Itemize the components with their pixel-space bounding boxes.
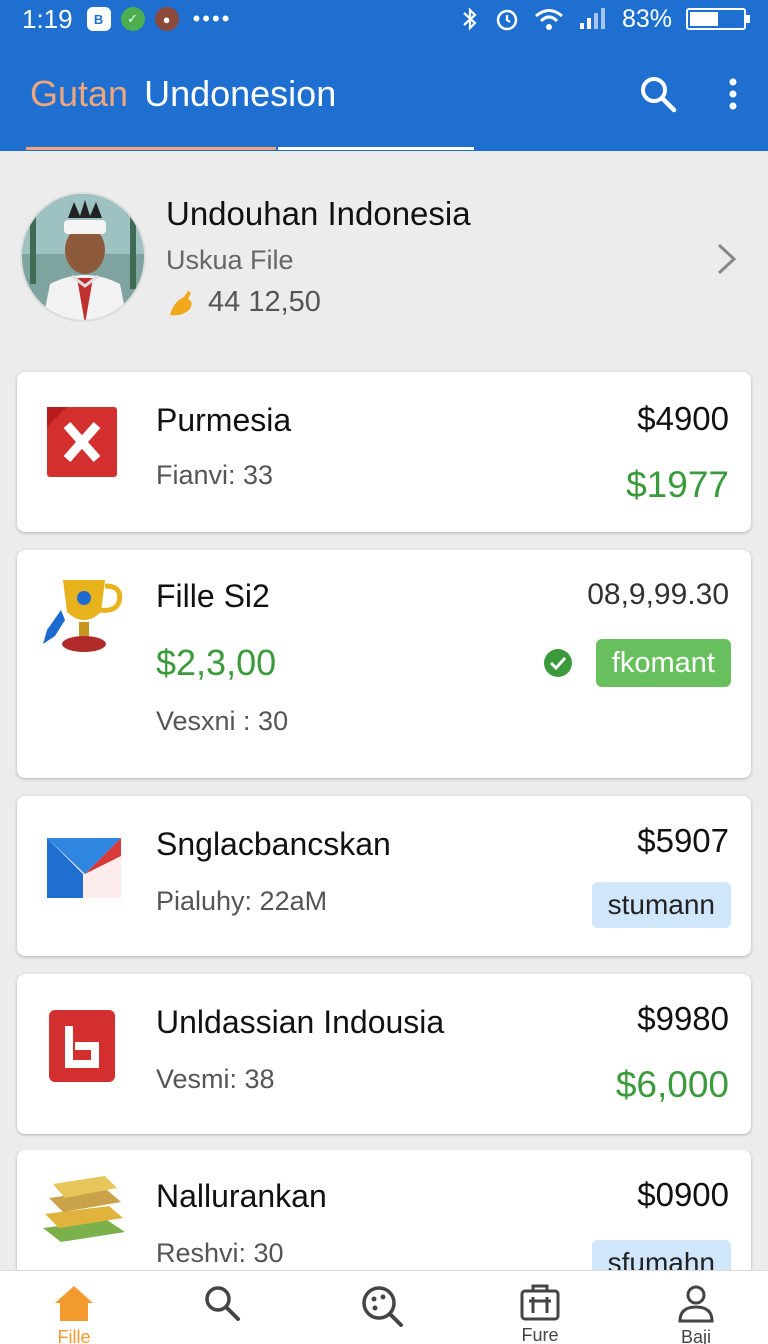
list-item[interactable]: Fille Si2 $2,3,00 Vesxni : 30 08,9,99.30… (17, 550, 751, 778)
nav-label: Baji (680, 1327, 711, 1344)
list-item[interactable]: Unldassian Indousia Vesmi: 38 $9980 $6,0… (17, 974, 751, 1134)
more-vert-icon[interactable] (728, 78, 738, 110)
item-subtitle: Pialuhy: 22aM (156, 886, 328, 916)
nav-home[interactable]: Fille (34, 1283, 114, 1344)
item-subtitle: Fianvi: 33 (156, 460, 274, 490)
app-title-prefix: Gutan (30, 73, 129, 114)
list-item[interactable]: Purmesia Fianvi: 33 $4900 $1977 (17, 372, 751, 532)
chevron-right-icon[interactable] (716, 242, 738, 276)
profile-subtitle: Uskua File (166, 245, 294, 275)
mail-icon (47, 838, 121, 898)
item-price: $9980 (637, 1000, 729, 1037)
bottom-nav: Fille Fure Baji (0, 1270, 768, 1344)
status-bar: 1:19 B ✓ ● •••• 83% (0, 0, 768, 38)
red-b-icon (49, 1010, 115, 1082)
profile-score: 44 12,50 (208, 286, 321, 318)
signal-icon (579, 8, 605, 29)
app-bar: Gutan Undonesion (0, 38, 768, 150)
status-badge: stumann (591, 882, 731, 928)
item-title: Unldassian Indousia (156, 1004, 445, 1040)
item-title: Nallurankan (156, 1178, 327, 1214)
books-icon (43, 1176, 125, 1242)
nav-search[interactable] (182, 1283, 262, 1327)
status-badge: sfumahn (591, 1240, 731, 1270)
battery-text: 83% (621, 4, 672, 33)
status-time: 1:19 (22, 3, 73, 34)
check-circle-icon (544, 649, 572, 677)
item-subtitle: Vesmi: 38 (156, 1064, 275, 1094)
nav-work[interactable]: Fure (500, 1283, 580, 1344)
item-title: Fille Si2 (156, 578, 270, 614)
item-title: Snglacbancskan (156, 826, 391, 862)
app-title: Undonesion (144, 73, 337, 114)
item-price: $5907 (637, 822, 729, 859)
nav-label: Fure (521, 1325, 559, 1344)
list-item[interactable]: Nallurankan Reshvi: 30 $0900 sfumahn (17, 1150, 751, 1270)
nav-profile[interactable]: Baji (656, 1283, 736, 1344)
profile-header[interactable]: Undouhan Indonesia Uskua File 44 12,50 (0, 152, 768, 362)
list-clip: Nallurankan Reshvi: 30 $0900 sfumahn (0, 1150, 768, 1270)
battery-icon (686, 8, 750, 30)
item-amount: $2,3,00 (156, 642, 277, 683)
hand-icon (170, 290, 192, 315)
briefcase-icon (520, 1284, 560, 1321)
search-icon (205, 1286, 240, 1321)
profile-name: Undouhan Indonesia (166, 195, 471, 232)
avatar (20, 192, 146, 322)
red-x-icon (47, 407, 117, 477)
item-price: 08,9,99.30 (587, 578, 729, 611)
wifi-icon (534, 9, 563, 30)
bluetooth-icon (463, 7, 477, 31)
check-circle-icon: ✓ (120, 7, 145, 31)
trophy-icon (43, 580, 123, 652)
item-title: Purmesia (156, 402, 292, 438)
nav-label: Fille (57, 1327, 91, 1344)
list-item[interactable]: Snglacbancskan Pialuhy: 22aM $5907 stuma… (17, 796, 751, 956)
avatar-notif-icon: ● (154, 7, 179, 31)
item-subtitle: Vesxni : 30 (156, 706, 289, 736)
nav-explore[interactable] (342, 1283, 422, 1331)
more-dots-icon: •••• (192, 6, 232, 31)
item-price: $4900 (637, 400, 729, 437)
search-icon[interactable] (638, 74, 678, 114)
explore-icon (362, 1286, 403, 1327)
tab-indicator (0, 145, 768, 151)
home-icon (55, 1286, 93, 1321)
alarm-icon (496, 9, 518, 31)
item-price-secondary: $6,000 (615, 1064, 729, 1105)
status-badge: fkomant (595, 639, 731, 687)
app-badge-icon: B (86, 7, 111, 31)
profile-icon (678, 1285, 714, 1323)
item-price: $0900 (637, 1176, 729, 1213)
item-price-secondary: $1977 (626, 464, 729, 505)
item-subtitle: Reshvi: 30 (156, 1238, 284, 1268)
